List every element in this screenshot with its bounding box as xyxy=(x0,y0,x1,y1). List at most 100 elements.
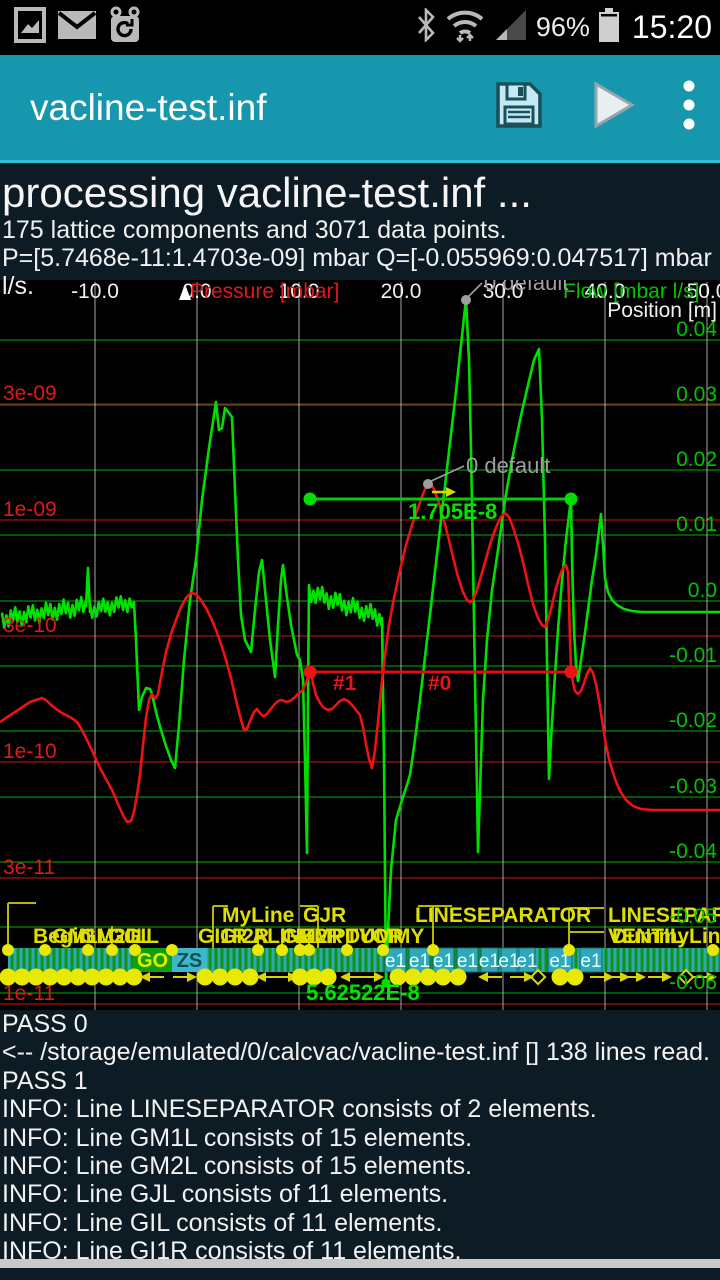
processing-title: processing vacline-test.inf ... xyxy=(0,166,720,216)
flow-tick: 0.04 xyxy=(676,318,717,341)
lattice-element-label: e1 xyxy=(580,951,601,972)
mail-icon xyxy=(58,11,96,44)
chart-canvas[interactable]: GOZSe1e1e1e1e1e1e1e1e1MyLineGJRLINESEPAR… xyxy=(0,280,720,1010)
log-line: INFO: Line GIL consists of 11 elements. xyxy=(0,1209,720,1237)
lattice-element-label: e1 xyxy=(516,951,537,972)
lattice-element-label: e1 xyxy=(479,951,500,972)
processing-header: processing vacline-test.inf ... 175 latt… xyxy=(0,166,720,280)
measure-label-red: #1 xyxy=(333,672,357,695)
log-line: PASS 0 xyxy=(0,1010,720,1038)
marker-arrowhead xyxy=(524,972,534,982)
marker-label-default: 0 default xyxy=(466,453,550,478)
node-dot[interactable] xyxy=(341,944,353,956)
flow-tick: -0.04 xyxy=(669,840,717,863)
marker-dot xyxy=(242,969,259,986)
pressure-tick: 1e-11 xyxy=(3,982,55,1005)
node-dot[interactable] xyxy=(106,944,118,956)
flow-tick: -0.01 xyxy=(669,644,717,667)
battery-icon xyxy=(598,8,620,47)
mini-arrowhead xyxy=(446,487,456,497)
element-name: MyLine xyxy=(222,904,294,927)
marker-dot xyxy=(212,969,229,986)
node-dot[interactable] xyxy=(39,944,51,956)
overflow-menu-button[interactable] xyxy=(682,78,696,137)
screenshot-icon xyxy=(14,7,46,48)
node-dot[interactable] xyxy=(252,944,264,956)
measure-handle[interactable] xyxy=(304,493,317,506)
curve-pressure xyxy=(0,483,720,822)
pressure-tick: 3e-10 xyxy=(3,614,57,637)
element-name: GJR xyxy=(303,904,346,927)
log-output[interactable]: PASS 0<-- /storage/emulated/0/calcvac/va… xyxy=(0,1010,720,1280)
element-name: DummyLine xyxy=(612,925,720,948)
element-name: LINESEPARATOR xyxy=(415,904,591,927)
flow-tick: -0.05 xyxy=(669,905,717,928)
log-line: INFO: Line LINESEPARATOR consists of 2 e… xyxy=(0,1095,720,1123)
log-line: INFO: Line GJL consists of 11 elements. xyxy=(0,1180,720,1208)
appbar-title: vacline-test.inf xyxy=(0,87,494,129)
node-dot[interactable] xyxy=(166,944,178,956)
marker-dot xyxy=(552,969,569,986)
measure-handle[interactable] xyxy=(304,666,317,679)
run-button[interactable] xyxy=(590,80,636,135)
node-dot[interactable] xyxy=(2,944,14,956)
status-bar: 96% 15:20 xyxy=(0,0,720,55)
app-bar: vacline-test.inf xyxy=(0,55,720,163)
plot-area[interactable]: GOZSe1e1e1e1e1e1e1e1e1MyLineGJRLINESEPAR… xyxy=(0,280,720,1010)
node-dot[interactable] xyxy=(303,944,315,956)
node-dot[interactable] xyxy=(427,944,439,956)
clock: 15:20 xyxy=(632,9,712,46)
log-line: <-- /storage/emulated/0/calcvac/vacline-… xyxy=(0,1038,720,1066)
wifi-icon xyxy=(444,7,486,48)
flow-tick: 0.03 xyxy=(676,383,717,406)
marker-dot xyxy=(450,969,467,986)
scrollbar[interactable] xyxy=(0,1259,720,1268)
flow-tick: -0.06 xyxy=(669,971,717,994)
measure-handle[interactable] xyxy=(565,493,578,506)
pressure-tick: 3e-11 xyxy=(3,856,55,879)
node-dot[interactable] xyxy=(707,944,719,956)
android-screen: 96% 15:20 vacline-test.inf processing va… xyxy=(0,0,720,1280)
lattice-element-label: e1 xyxy=(385,951,406,972)
marker-dot xyxy=(197,969,214,986)
bottom-value-label: 5.62522E-8 xyxy=(306,980,420,1005)
node-dot[interactable] xyxy=(129,944,141,956)
lattice-segment-label: GO xyxy=(137,950,168,972)
marker-arrowhead xyxy=(187,972,197,982)
marker-dot xyxy=(420,969,437,986)
log-line: INFO: Line GM2L consists of 15 elements. xyxy=(0,1152,720,1180)
cell-signal-icon xyxy=(494,8,528,47)
log-line: INFO: Line GM1L consists of 15 elements. xyxy=(0,1124,720,1152)
save-button[interactable] xyxy=(494,80,544,135)
measure-value-green: 1.705E-8 xyxy=(408,499,497,524)
node-dot[interactable] xyxy=(276,944,288,956)
pressure-tick: 3e-09 xyxy=(3,382,57,405)
log-line: PASS 1 xyxy=(0,1067,720,1095)
pressure-tick: 1e-09 xyxy=(3,498,57,521)
measure-handle[interactable] xyxy=(565,666,578,679)
element-name: GIL xyxy=(124,925,159,948)
marker-arrowhead xyxy=(636,972,646,982)
battery-percent: 96% xyxy=(536,12,590,43)
marker-dot-grey[interactable] xyxy=(423,479,433,489)
marker-dot xyxy=(126,969,143,986)
node-dot[interactable] xyxy=(563,944,575,956)
lattice-segment-label: ZS xyxy=(177,950,203,972)
lattice-summary: 175 lattice components and 3071 data poi… xyxy=(0,216,720,244)
flow-tick: 0.01 xyxy=(676,513,717,536)
node-dot[interactable] xyxy=(82,944,94,956)
flow-tick: 0.02 xyxy=(676,448,717,471)
bluetooth-icon xyxy=(416,8,436,47)
flow-tick: 0.0 xyxy=(688,579,717,602)
marker-arrowhead xyxy=(478,972,488,982)
pq-range: P=[5.7468e-11:1.4703e-09] mbar Q=[-0.055… xyxy=(0,244,720,300)
app-sync-icon xyxy=(108,6,142,49)
marker-dot xyxy=(435,969,452,986)
flow-tick: -0.03 xyxy=(669,775,717,798)
measure-label-red: #0 xyxy=(428,672,451,695)
pressure-tick: 1e-10 xyxy=(3,740,57,763)
flow-tick: -0.02 xyxy=(669,709,717,732)
curve-flow xyxy=(2,299,720,984)
node-dot[interactable] xyxy=(377,944,389,956)
marker-dot xyxy=(227,969,244,986)
